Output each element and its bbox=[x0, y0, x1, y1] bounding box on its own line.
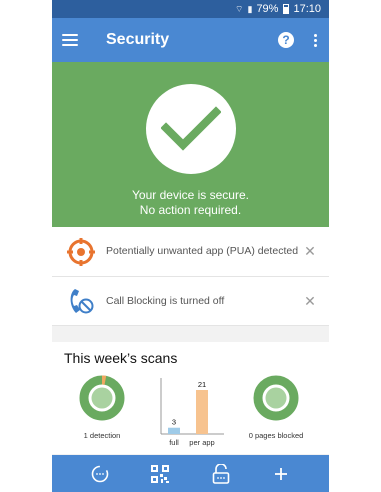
more-options-icon[interactable] bbox=[312, 33, 319, 47]
bar-per-app-label: per app bbox=[189, 438, 214, 447]
status-line-1: Your device is secure. bbox=[132, 188, 249, 202]
wifi-icon: ⌔ bbox=[235, 3, 244, 14]
hamburger-menu-icon[interactable] bbox=[62, 34, 78, 46]
weekly-scans-card: This week’s scans 1 detection 3 21 full … bbox=[52, 342, 329, 454]
bar-per-app-value: 21 bbox=[198, 380, 206, 389]
pages-blocked-donut bbox=[253, 375, 299, 421]
battery-percent: 79% bbox=[256, 3, 279, 15]
phone-screen: ⌔ ▮ 79% 17:10 Security ? Your device is … bbox=[52, 0, 329, 492]
target-alert-icon bbox=[66, 237, 96, 267]
scans-title: This week’s scans bbox=[64, 350, 178, 366]
detections-label: 1 detection bbox=[83, 431, 121, 440]
add-icon[interactable] bbox=[269, 462, 293, 486]
app-lock-icon[interactable] bbox=[209, 462, 233, 486]
scan-bar-chart: 3 21 full per app bbox=[160, 378, 224, 447]
pua-alert-text: Potentially unwanted app (PUA) detected bbox=[106, 245, 299, 257]
dismiss-pua-icon[interactable]: ✕ bbox=[303, 243, 317, 260]
security-status-text: Your device is secure. No action require… bbox=[132, 188, 249, 218]
pua-alert-card[interactable]: Potentially unwanted app (PUA) detected … bbox=[52, 227, 329, 277]
page-title: Security bbox=[106, 31, 170, 48]
app-bar: Security ? bbox=[52, 18, 329, 62]
checkmark-icon bbox=[145, 84, 236, 174]
bar-per-app bbox=[196, 390, 208, 434]
security-status-panel: Your device is secure. No action require… bbox=[52, 62, 329, 227]
bar-full bbox=[168, 427, 180, 434]
battery-icon bbox=[283, 4, 290, 14]
status-bar: ⌔ ▮ 79% 17:10 bbox=[52, 0, 329, 18]
dismiss-call-blocking-icon[interactable]: ✕ bbox=[303, 293, 317, 310]
detections-donut bbox=[79, 375, 125, 421]
status-line-2: No action required. bbox=[139, 203, 242, 217]
detections-summary: 1 detection bbox=[62, 374, 142, 440]
call-blocking-text: Call Blocking is turned off bbox=[106, 294, 225, 307]
pages-blocked-label: 0 pages blocked bbox=[248, 431, 304, 440]
scan-icon[interactable] bbox=[88, 462, 112, 486]
help-icon[interactable]: ? bbox=[278, 32, 294, 48]
signal-icon: ▮ bbox=[247, 3, 253, 14]
clock: 17:10 bbox=[293, 3, 321, 15]
qr-code-icon[interactable] bbox=[148, 462, 172, 486]
bottom-navigation bbox=[52, 455, 329, 492]
call-blocked-icon bbox=[66, 286, 96, 316]
pages-blocked-summary: 0 pages blocked bbox=[236, 374, 316, 440]
call-blocking-alert-card[interactable]: Call Blocking is turned off ✕ bbox=[52, 277, 329, 326]
bar-full-label: full bbox=[169, 438, 179, 447]
bar-full-value: 3 bbox=[172, 418, 176, 427]
